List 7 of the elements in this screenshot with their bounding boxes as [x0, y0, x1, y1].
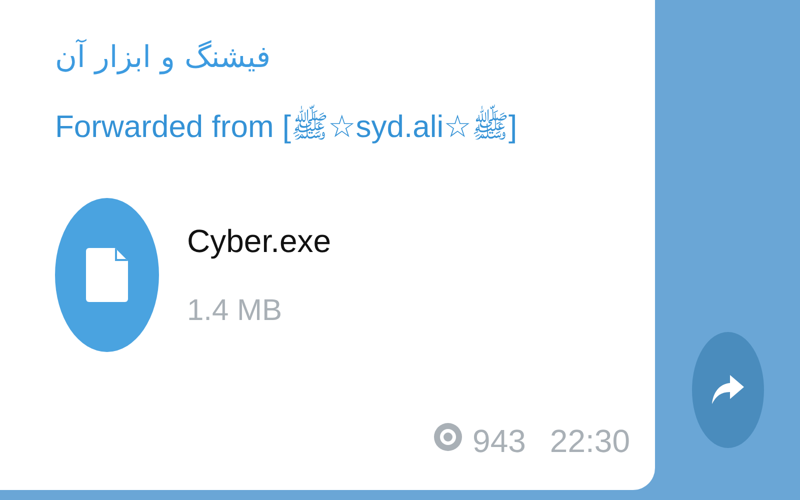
view-count: 943 [472, 422, 526, 460]
channel-title[interactable]: فیشنگ و ابزار آن [55, 38, 271, 78]
message-time: 22:30 [550, 422, 630, 460]
file-name: Cyber.exe [187, 222, 332, 260]
forwarded-from-text[interactable]: Forwarded from [ﷺ☆syd.ali☆ﷺ] [55, 106, 518, 148]
file-size: 1.4 MB [187, 294, 284, 328]
share-icon [712, 375, 744, 405]
